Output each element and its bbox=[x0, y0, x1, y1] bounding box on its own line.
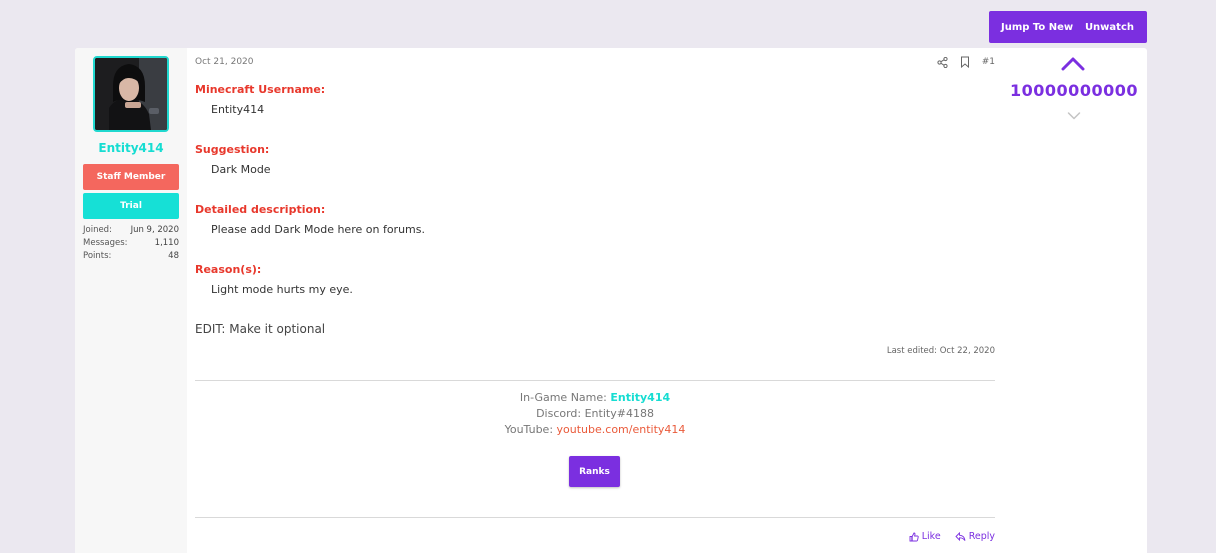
user-stats: Joined: Jun 9, 2020 Messages: 1,110 Poin… bbox=[83, 224, 179, 263]
post-content: Oct 21, 2020 #1 Minecraft Username: Enti… bbox=[195, 48, 995, 553]
stat-label: Joined: bbox=[83, 225, 112, 235]
staff-member-badge: Staff Member bbox=[83, 164, 179, 190]
field-label-reasons: Reason(s): bbox=[195, 263, 262, 276]
actions-divider bbox=[195, 517, 995, 518]
share-icon[interactable] bbox=[937, 56, 948, 68]
stat-joined: Joined: Jun 9, 2020 bbox=[83, 224, 179, 237]
signature-ign: In-Game Name: Entity414 bbox=[195, 391, 995, 404]
ranks-button[interactable]: Ranks bbox=[569, 456, 620, 487]
reply-button[interactable]: Reply bbox=[955, 531, 995, 542]
field-value-reasons: Light mode hurts my eye. bbox=[211, 283, 353, 296]
unwatch-button[interactable]: Unwatch bbox=[1085, 22, 1134, 33]
ign-value: Entity414 bbox=[610, 391, 671, 404]
avatar[interactable] bbox=[93, 56, 169, 132]
user-avatar-photo-icon bbox=[95, 58, 167, 130]
post-number[interactable]: #1 bbox=[982, 57, 995, 67]
post-container: Entity414 Staff Member Trial Joined: Jun… bbox=[75, 48, 1147, 553]
ign-label: In-Game Name: bbox=[519, 391, 607, 404]
stat-label: Messages: bbox=[83, 238, 128, 248]
last-edited: Last edited: Oct 22, 2020 bbox=[886, 346, 995, 356]
stat-value[interactable]: 48 bbox=[168, 250, 179, 263]
thread-actions-bar: Jump To New Unwatch bbox=[989, 11, 1147, 43]
field-value-suggestion: Dark Mode bbox=[211, 163, 271, 176]
signature-discord: Discord: Entity#4188 bbox=[536, 407, 654, 420]
post-actions: Like Reply bbox=[909, 531, 995, 542]
reply-label: Reply bbox=[968, 531, 995, 542]
stat-points: Points: 48 bbox=[83, 250, 179, 263]
field-value-detailed-description: Please add Dark Mode here on forums. bbox=[211, 223, 425, 236]
like-button[interactable]: Like bbox=[909, 531, 941, 542]
vote-panel: 10000000000 bbox=[1004, 48, 1144, 168]
upvote-chevron-up-icon[interactable] bbox=[1061, 56, 1085, 72]
reply-icon bbox=[955, 531, 966, 541]
field-label-detailed-description: Detailed description: bbox=[195, 203, 326, 216]
signature-youtube: YouTube: youtube.com/entity414 bbox=[195, 423, 995, 436]
jump-to-new-button[interactable]: Jump To New bbox=[1001, 22, 1073, 33]
thumbs-up-icon bbox=[909, 532, 919, 541]
username[interactable]: Entity414 bbox=[75, 141, 187, 155]
stat-label: Points: bbox=[83, 251, 112, 261]
trial-badge: Trial bbox=[83, 193, 179, 219]
downvote-chevron-down-icon[interactable] bbox=[1067, 111, 1081, 121]
youtube-link[interactable]: youtube.com/entity414 bbox=[557, 423, 686, 436]
youtube-label: YouTube: bbox=[504, 423, 554, 436]
field-label-suggestion: Suggestion: bbox=[195, 143, 270, 156]
stat-value: Jun 9, 2020 bbox=[130, 225, 179, 235]
edit-note: EDIT: Make it optional bbox=[195, 322, 326, 336]
post-date[interactable]: Oct 21, 2020 bbox=[195, 57, 254, 67]
signature-divider bbox=[195, 380, 995, 381]
field-label-minecraft-username: Minecraft Username: bbox=[195, 83, 326, 96]
post-tools: #1 bbox=[937, 56, 995, 68]
field-value-minecraft-username: Entity414 bbox=[211, 103, 265, 116]
stat-messages: Messages: 1,110 bbox=[83, 237, 179, 250]
vote-count: 10000000000 bbox=[1010, 81, 1138, 100]
user-sidebar: Entity414 Staff Member Trial Joined: Jun… bbox=[75, 48, 187, 553]
stat-value[interactable]: 1,110 bbox=[155, 237, 179, 250]
like-label: Like bbox=[921, 531, 941, 542]
bookmark-icon[interactable] bbox=[960, 56, 970, 68]
